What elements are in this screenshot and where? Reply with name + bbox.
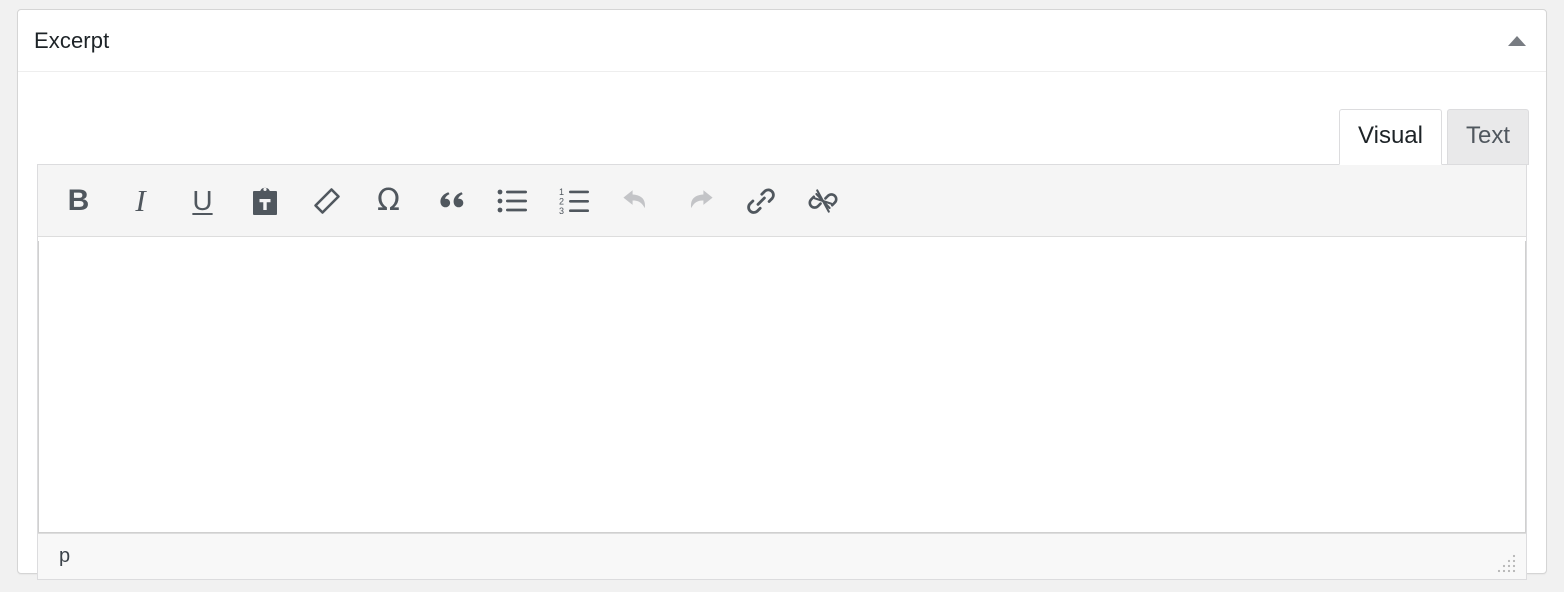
metabox-header: Excerpt (18, 10, 1546, 72)
redo-button[interactable] (676, 177, 721, 225)
editor-mode-tabs: Visual Text (1339, 109, 1529, 165)
bold-icon: B (67, 183, 90, 217)
special-character-button[interactable]: Ω (366, 177, 411, 225)
bullet-list-button[interactable] (490, 177, 535, 225)
numbered-list-button[interactable]: 1 2 3 (552, 177, 597, 225)
remove-link-button[interactable] (800, 177, 845, 225)
triangle-up-icon (1508, 36, 1526, 46)
undo-arrow-icon (620, 186, 654, 216)
italic-button[interactable]: I (118, 177, 163, 225)
remove-formatting-button[interactable] (304, 177, 349, 225)
quote-icon (437, 188, 465, 214)
resize-grip-icon[interactable] (1496, 552, 1518, 574)
bullet-list-icon (497, 187, 529, 215)
editor-statusbar: p (38, 533, 1526, 579)
svg-text:1: 1 (559, 187, 564, 197)
tab-visual[interactable]: Visual (1339, 109, 1442, 165)
unlink-icon (807, 185, 839, 217)
numbered-list-icon: 1 2 3 (559, 187, 591, 215)
element-path: p (59, 545, 71, 567)
paste-as-text-button[interactable] (242, 177, 287, 225)
tab-text[interactable]: Text (1446, 109, 1529, 165)
redo-arrow-icon (682, 186, 716, 216)
underline-button[interactable]: U (180, 177, 225, 225)
svg-text:3: 3 (559, 206, 564, 215)
link-icon (745, 185, 777, 217)
undo-button[interactable] (614, 177, 659, 225)
editor-container: B I U Ω 1 2 3 p (37, 164, 1527, 580)
editor-toolbar: B I U Ω 1 2 3 (38, 165, 1526, 237)
insert-link-button[interactable] (738, 177, 783, 225)
editor-content-area[interactable] (38, 241, 1526, 533)
page-title: Excerpt (34, 28, 110, 53)
excerpt-metabox: Excerpt Visual Text B I U Ω 1 2 3 p (17, 9, 1547, 580)
italic-icon: I (135, 183, 146, 218)
toggle-panel-button[interactable] (1500, 25, 1534, 57)
svg-text:2: 2 (559, 196, 564, 206)
blockquote-button[interactable] (428, 177, 473, 225)
excerpt-textarea[interactable] (39, 241, 1525, 532)
clipboard-text-icon (250, 185, 280, 217)
omega-icon: Ω (377, 182, 400, 218)
eraser-icon (311, 185, 343, 217)
bold-button[interactable]: B (56, 177, 101, 225)
underline-icon: U (192, 184, 213, 216)
